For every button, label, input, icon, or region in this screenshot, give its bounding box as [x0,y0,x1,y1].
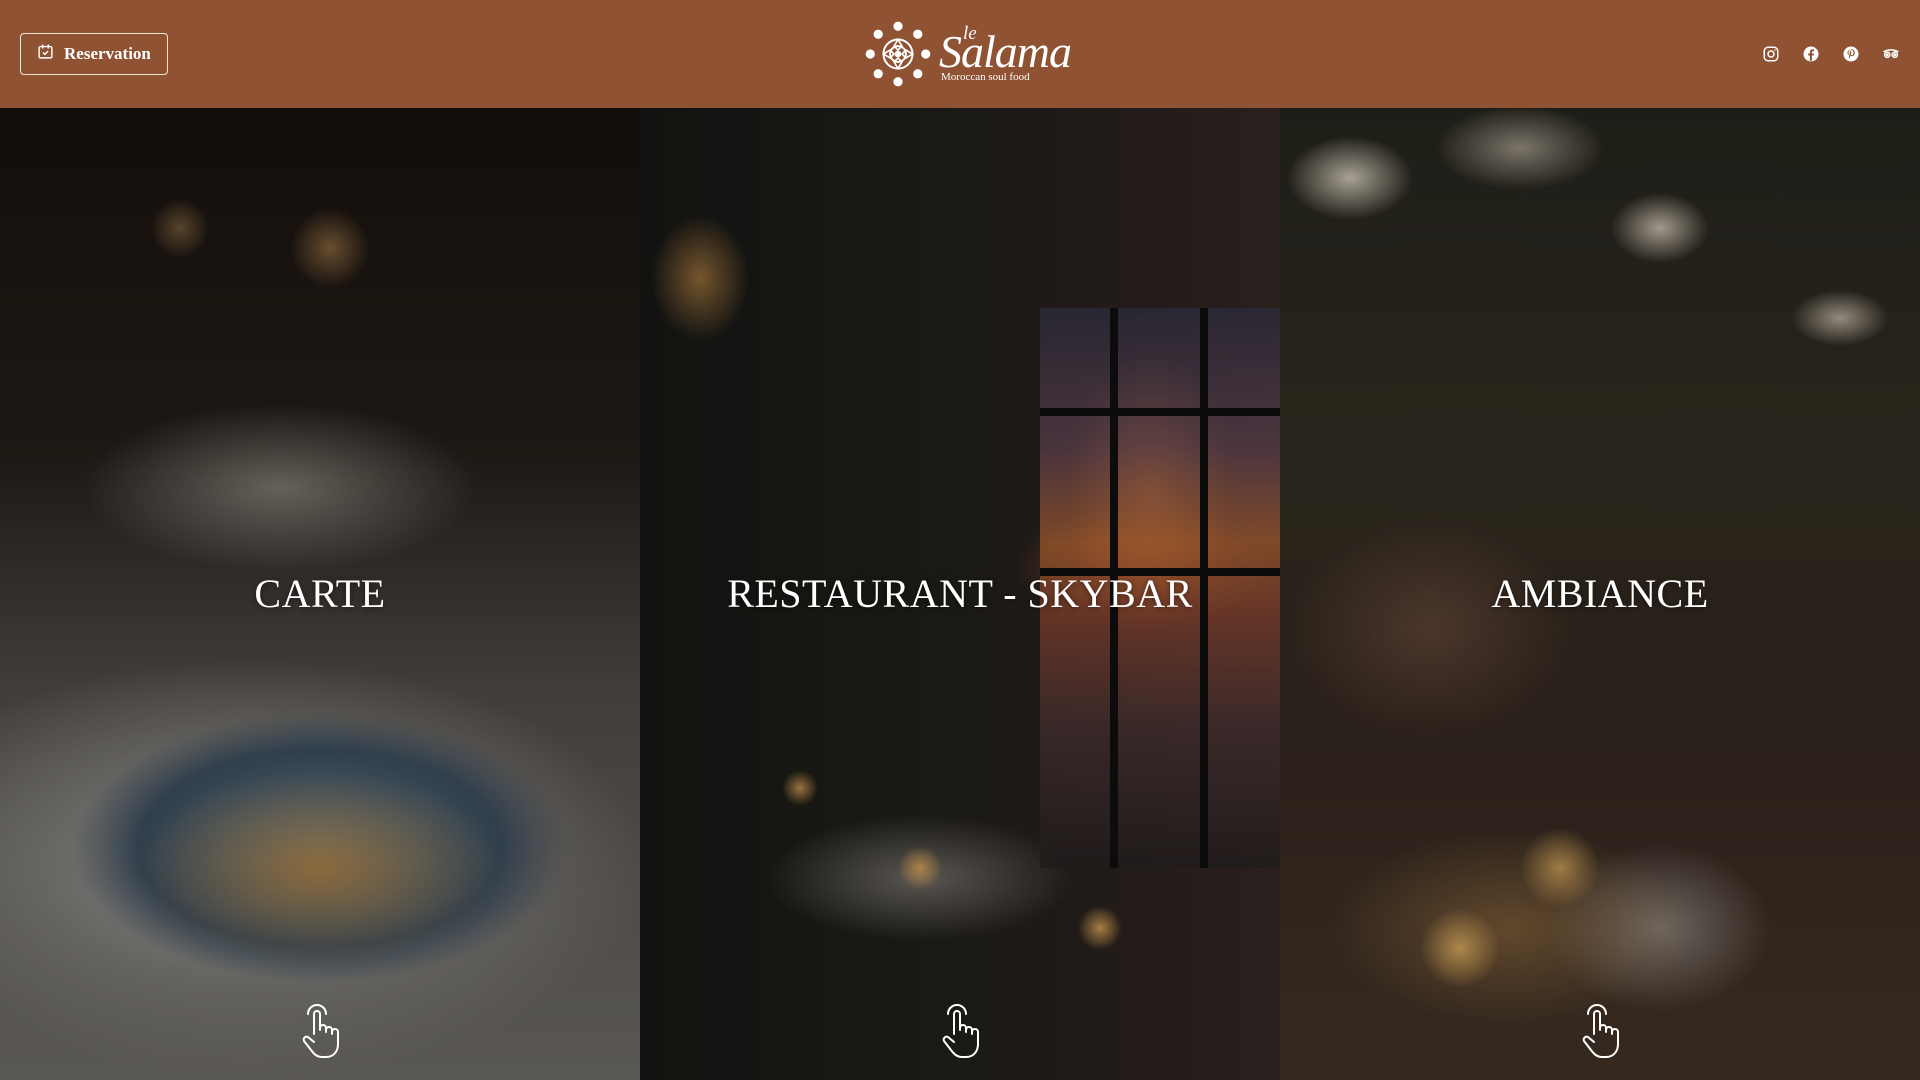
section-panels: CARTE RESTAURANT - SKYBAR AMBIANCE [0,108,1920,1080]
tap-hand-icon[interactable] [934,1004,986,1060]
panel-restaurant-skybar[interactable]: RESTAURANT - SKYBAR [640,108,1280,1080]
tap-hand-icon[interactable] [1574,1004,1626,1060]
site-logo[interactable]: le Salama Moroccan soul food [865,21,1072,87]
site-header: Reservation le Salama Moroccan soul food [0,0,1920,108]
logo-wordmark: le Salama Moroccan soul food [939,21,1072,87]
calendar-check-icon [37,43,54,65]
panel-title-restaurant-skybar: RESTAURANT - SKYBAR [727,571,1193,616]
tripadvisor-icon[interactable] [1882,45,1900,63]
tap-hand-icon[interactable] [294,1004,346,1060]
rosette-logo-icon [865,21,931,87]
instagram-icon[interactable] [1762,45,1780,63]
panel-title-ambiance: AMBIANCE [1491,571,1709,616]
panel-carte[interactable]: CARTE [0,108,640,1080]
facebook-icon[interactable] [1802,45,1820,63]
social-links [1762,45,1900,63]
panel-ambiance[interactable]: AMBIANCE [1280,108,1920,1080]
reservation-button[interactable]: Reservation [20,33,168,75]
reservation-label: Reservation [64,44,151,63]
panel-title-carte: CARTE [254,571,386,616]
logo-tagline: Moroccan soul food [941,71,1030,83]
logo-name: Salama [939,26,1072,77]
pinterest-icon[interactable] [1842,45,1860,63]
